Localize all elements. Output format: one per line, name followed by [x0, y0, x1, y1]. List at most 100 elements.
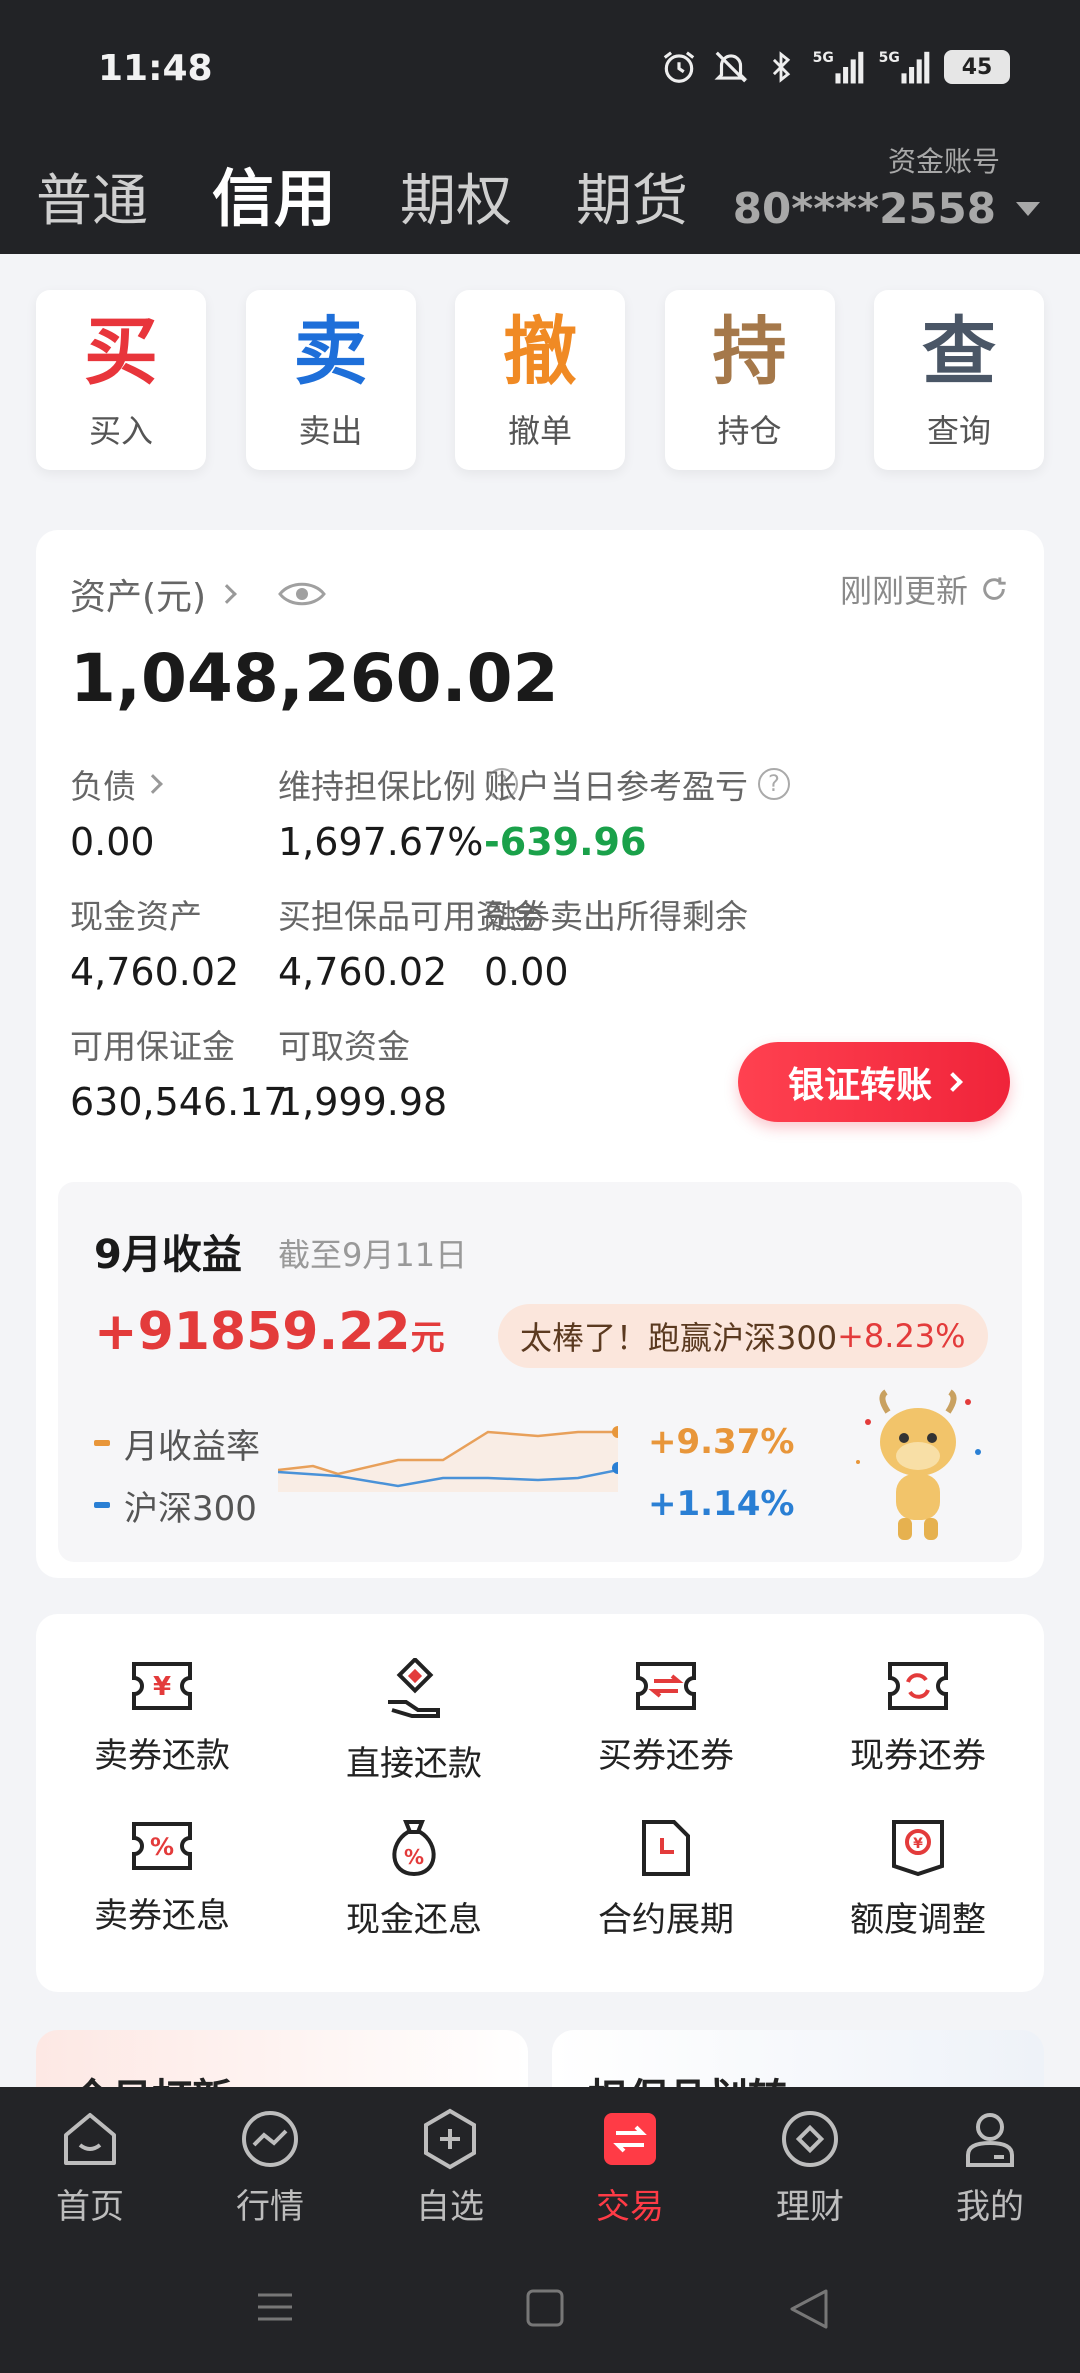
sell-to-repay-button[interactable]: ¥ 卖券还款	[36, 1658, 288, 1777]
nav-market[interactable]: 行情	[180, 2107, 360, 2228]
svg-text:5G: 5G	[813, 50, 834, 66]
nav-label: 理财	[776, 2187, 844, 2227]
nav-profile[interactable]: 我的	[900, 2107, 1080, 2228]
status-icons: 5G 5G 45	[660, 48, 1010, 86]
legend-swatch	[94, 1502, 110, 1508]
contract-extension-button[interactable]: 合约展期	[540, 1818, 792, 1941]
legend-label: 月收益率	[124, 1426, 260, 1467]
refresh-label: 刚刚更新	[839, 572, 968, 610]
return-securities-button[interactable]: 现券还券	[792, 1658, 1044, 1777]
func-label: 直接还款	[346, 1744, 482, 1784]
daily-pnl-item: 账户当日参考盈亏? -639.96	[484, 760, 804, 864]
nav-trade[interactable]: 交易	[540, 2107, 720, 2228]
liability-label: 负债	[70, 767, 136, 806]
income-date: 截至9月11日	[278, 1236, 468, 1274]
tab-options[interactable]: 期权	[400, 156, 512, 237]
nav-label: 自选	[416, 2187, 484, 2227]
sell-to-pay-interest-button[interactable]: % 卖券还息	[36, 1818, 288, 1937]
hand-coin-icon	[388, 1658, 440, 1718]
func-label: 卖券还款	[94, 1736, 230, 1776]
cash-pay-interest-button[interactable]: % 现金还息	[288, 1818, 540, 1941]
query-button[interactable]: 查 查询	[874, 290, 1044, 470]
positions-button[interactable]: 持 持仓	[664, 290, 835, 470]
positions-char: 持	[712, 309, 787, 395]
alarm-icon	[663, 51, 695, 83]
ticket-yuan-icon: ¥	[132, 1662, 192, 1710]
watchlist-icon	[424, 2108, 476, 2170]
buy-button[interactable]: 买 买入	[36, 290, 206, 470]
svg-text:%: %	[150, 1833, 174, 1861]
func-label: 买券还券	[598, 1736, 734, 1776]
account-selector[interactable]: 资金账号 80****2558	[733, 140, 1040, 233]
withdrawable-funds-label: 可取资金	[278, 1027, 410, 1066]
func-label: 现券还券	[850, 1736, 986, 1776]
daily-pnl-value: -639.96	[484, 820, 647, 864]
certificate-yuan-icon: ¥	[892, 1820, 944, 1877]
monthly-return-value: +9.37%	[648, 1422, 795, 1462]
bluetooth-icon	[772, 51, 791, 83]
sell-char: 卖	[293, 309, 368, 395]
status-time: 11:48	[98, 48, 213, 89]
nav-label: 交易	[596, 2187, 664, 2227]
tab-normal[interactable]: 普通	[36, 156, 148, 237]
nav-wealth[interactable]: 理财	[720, 2107, 900, 2228]
nav-home[interactable]: 首页	[0, 2107, 180, 2228]
ticket-cycle-icon	[888, 1662, 948, 1710]
buy-to-return-button[interactable]: 买券还券	[540, 1658, 792, 1777]
tab-credit[interactable]: 信用	[212, 148, 336, 238]
income-title: 9月收益	[94, 1232, 242, 1278]
outperform-badge: 太棒了！跑赢沪深300 +8.23%	[498, 1304, 988, 1368]
asset-card: 资产(元) 刚刚更新 1,048,260.02 负债 0.00 维持担保比例? …	[36, 530, 1044, 1578]
income-unit: 元	[410, 1318, 445, 1358]
signal-5g-2-icon: 5G	[879, 50, 930, 84]
refresh-icon	[983, 577, 1006, 600]
daily-pnl-label: 账户当日参考盈亏	[484, 767, 748, 806]
func-label: 额度调整	[850, 1900, 986, 1940]
bottom-navigation: 首页 行情 自选 交易 理财 我的	[0, 2087, 1080, 2373]
nav-label: 我的	[956, 2187, 1024, 2227]
wealth-icon	[782, 2111, 838, 2167]
bank-transfer-label: 银证转账	[787, 1065, 932, 1106]
total-assets-value: 1,048,260.02	[70, 640, 559, 717]
cancel-order-button[interactable]: 撤 撤单	[455, 290, 625, 470]
account-type-tabs: 普通 信用 期权 期货	[36, 148, 752, 238]
legend-swatch	[94, 1440, 110, 1446]
signal-5g-icon: 5G	[813, 50, 864, 84]
quota-adjust-button[interactable]: ¥ 额度调整	[792, 1818, 1044, 1941]
withdrawable-funds-value: 1,999.98	[278, 1080, 448, 1124]
svg-text:¥: ¥	[153, 1672, 171, 1702]
mute-bell-icon	[714, 51, 748, 83]
account-label: 资金账号	[887, 145, 1000, 178]
header: 11:48 5G 5G 45 普通 信用 期权 期货 资金账号 80****25…	[0, 0, 1080, 254]
eye-icon[interactable]	[278, 579, 326, 609]
sell-button[interactable]: 卖 卖出	[245, 290, 416, 470]
func-label: 现金还息	[346, 1900, 482, 1940]
func-label: 合约展期	[598, 1900, 734, 1940]
withdrawable-funds-item: 可取资金 1,999.98	[278, 1020, 598, 1124]
market-icon	[242, 2111, 298, 2167]
battery-icon: 45	[944, 50, 1010, 84]
monthly-income-panel[interactable]: 9月收益 截至9月11日 +91859.22元 太棒了！跑赢沪深300 +8.23…	[58, 1182, 1022, 1562]
chevron-right-icon	[217, 584, 237, 604]
trade-icon	[604, 2113, 656, 2165]
bank-transfer-button[interactable]: 银证转账	[738, 1042, 1010, 1122]
home-square-icon[interactable]	[526, 2289, 564, 2327]
badge-text: 太棒了！跑赢沪深300	[520, 1319, 838, 1357]
legend-label: 沪深300	[124, 1488, 257, 1529]
back-triangle-icon[interactable]	[790, 2289, 828, 2329]
ticket-percent-icon: %	[132, 1822, 192, 1870]
refresh-status[interactable]: 刚刚更新	[840, 566, 1008, 612]
positions-label: 持仓	[717, 412, 782, 450]
status-bar: 11:48 5G 5G 45	[0, 0, 1080, 140]
income-value: +91859.22元	[94, 1302, 445, 1362]
menu-icon[interactable]	[258, 2293, 292, 2321]
cancel-label: 撤单	[507, 412, 572, 450]
nav-watchlist[interactable]: 自选	[360, 2107, 540, 2228]
query-label: 查询	[926, 412, 991, 450]
direct-repay-button[interactable]: 直接还款	[288, 1658, 540, 1785]
badge-pct: +8.23%	[837, 1317, 966, 1355]
asset-title[interactable]: 资产(元)	[70, 568, 326, 620]
help-icon[interactable]: ?	[758, 768, 790, 800]
chevron-right-icon	[943, 1072, 963, 1092]
tab-futures[interactable]: 期货	[576, 156, 688, 237]
